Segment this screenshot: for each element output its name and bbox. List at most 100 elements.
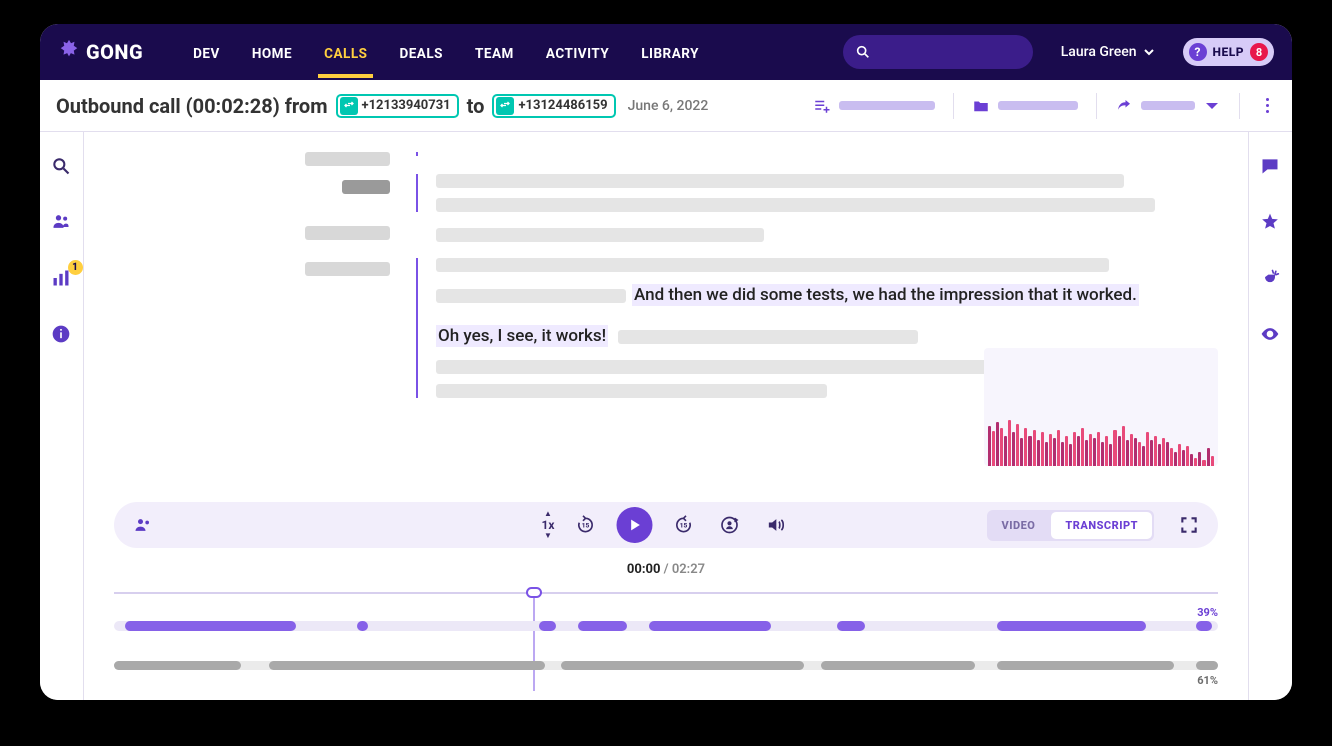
transcript-block <box>416 228 1218 242</box>
participants-button[interactable] <box>128 510 158 540</box>
placeholder <box>839 101 935 110</box>
rail-visibility-button[interactable] <box>1260 324 1282 346</box>
global-search[interactable] <box>843 35 1033 69</box>
view-toggle: VIDEO TRANSCRIPT <box>987 510 1154 541</box>
nav-deals[interactable]: DEALS <box>385 28 457 76</box>
placeholder <box>436 289 626 303</box>
transcript-body: And then we did some tests, we had the i… <box>416 152 1218 502</box>
skip-back-icon: 15 <box>576 515 596 535</box>
skip-back-button[interactable]: 15 <box>571 510 601 540</box>
placeholder <box>436 384 827 398</box>
rail-people-button[interactable] <box>51 212 73 234</box>
fullscreen-button[interactable] <box>1174 510 1204 540</box>
call-title-prefix: Outbound call (00:02:28) from <box>56 94 328 118</box>
skip-speaker-button[interactable] <box>715 510 745 540</box>
time-current: 00:00 <box>627 562 661 577</box>
comment-icon <box>1260 156 1280 176</box>
from-number: +12133940731 <box>362 98 451 113</box>
volume-button[interactable] <box>761 510 791 540</box>
placeholder <box>1141 101 1195 110</box>
nav-dev[interactable]: DEV <box>179 28 234 76</box>
call-date: June 6, 2022 <box>628 98 709 114</box>
chevron-down-icon <box>1143 46 1155 58</box>
main-content: 1 <box>40 132 1292 700</box>
talk-ratio-b: 61% <box>1197 674 1218 687</box>
transcript-text: Oh yes, I see, it works! <box>436 323 1218 350</box>
divider <box>1096 93 1097 119</box>
transcript-highlight: And then we did some tests, we had the i… <box>632 284 1139 306</box>
user-name: Laura Green <box>1061 44 1137 60</box>
rail-info-button[interactable] <box>51 324 73 346</box>
help-button[interactable]: ? HELP 8 <box>1183 38 1274 66</box>
talk-track-speaker-b[interactable] <box>114 661 1218 670</box>
brand-text: GONG <box>86 40 143 64</box>
playback-speed[interactable]: ▲ 1x ▼ <box>542 510 555 540</box>
folder-button[interactable] <box>972 97 1078 115</box>
logo[interactable]: GONG <box>58 39 143 66</box>
nav-library[interactable]: LIBRARY <box>627 28 713 76</box>
play-button[interactable] <box>617 507 653 543</box>
help-label: HELP <box>1213 45 1244 59</box>
view-transcript-tab[interactable]: TRANSCRIPT <box>1051 512 1152 539</box>
add-to-list-button[interactable] <box>813 97 935 115</box>
scrub-bar[interactable] <box>114 587 1218 599</box>
transcript-block <box>416 174 1218 212</box>
share-button[interactable] <box>1115 97 1221 115</box>
waveform-panel[interactable] <box>984 348 1218 466</box>
share-icon <box>1115 97 1133 115</box>
placeholder <box>436 228 764 242</box>
stats-badge: 1 <box>68 260 83 275</box>
question-icon: ? <box>1189 43 1207 61</box>
divider <box>953 93 954 119</box>
center-content: And then we did some tests, we had the i… <box>84 132 1248 700</box>
caret-down-icon <box>1203 97 1221 115</box>
rail-stats-button[interactable]: 1 <box>51 268 73 290</box>
placeholder <box>998 101 1078 110</box>
rail-comments-button[interactable] <box>1260 156 1282 178</box>
nav-home[interactable]: HOME <box>238 28 306 76</box>
skip-forward-icon: 15 <box>674 515 694 535</box>
to-number: +13124486159 <box>518 98 607 113</box>
eye-icon <box>1260 324 1280 344</box>
transcript-block <box>416 152 1218 156</box>
call-title: Outbound call (00:02:28) from +121339407… <box>56 94 708 118</box>
play-icon <box>627 517 643 533</box>
skip-forward-button[interactable]: 15 <box>669 510 699 540</box>
placeholder <box>436 258 1109 272</box>
nav-calls[interactable]: CALLS <box>310 28 381 76</box>
nav-team[interactable]: TEAM <box>461 28 528 76</box>
placeholder <box>436 198 1155 212</box>
talk-ratio-a: 39% <box>1197 606 1218 619</box>
svg-text:15: 15 <box>680 522 688 530</box>
chevron-up-icon: ▲ <box>544 510 552 518</box>
time-display: 00:00 / 02:27 <box>84 548 1248 587</box>
from-phone-chip[interactable]: +12133940731 <box>336 94 459 118</box>
to-phone-chip[interactable]: +13124486159 <box>492 94 615 118</box>
timeline: 39% 61% <box>84 587 1248 700</box>
volume-icon <box>766 515 786 535</box>
to-word: to <box>467 94 485 118</box>
whistle-icon <box>1260 268 1280 288</box>
rail-search-button[interactable] <box>51 156 73 178</box>
rail-whistle-button[interactable] <box>1260 268 1282 290</box>
more-menu[interactable] <box>1258 98 1276 113</box>
swap-icon <box>496 97 514 115</box>
view-video-tab[interactable]: VIDEO <box>987 510 1049 541</box>
nav-activity[interactable]: ACTIVITY <box>532 28 623 76</box>
talk-track-speaker-a[interactable] <box>114 621 1218 631</box>
nav-items: DEVHOMECALLSDEALSTEAMACTIVITYLIBRARY <box>179 28 713 76</box>
help-badge: 8 <box>1250 43 1268 61</box>
bar-chart-icon <box>51 268 71 288</box>
placeholder <box>436 174 1124 188</box>
speaker-placeholder <box>305 262 390 276</box>
player-bar: ▲ 1x ▼ 15 15 <box>114 502 1218 548</box>
waveform <box>988 414 1214 466</box>
next-speaker-icon <box>720 515 740 535</box>
speed-value: 1x <box>542 519 555 531</box>
swap-icon <box>340 97 358 115</box>
user-menu[interactable]: Laura Green <box>1061 44 1155 60</box>
people-icon <box>51 212 71 232</box>
people-icon <box>133 515 153 535</box>
app-frame: GONG DEVHOMECALLSDEALSTEAMACTIVITYLIBRAR… <box>40 24 1292 700</box>
rail-star-button[interactable] <box>1260 212 1282 234</box>
